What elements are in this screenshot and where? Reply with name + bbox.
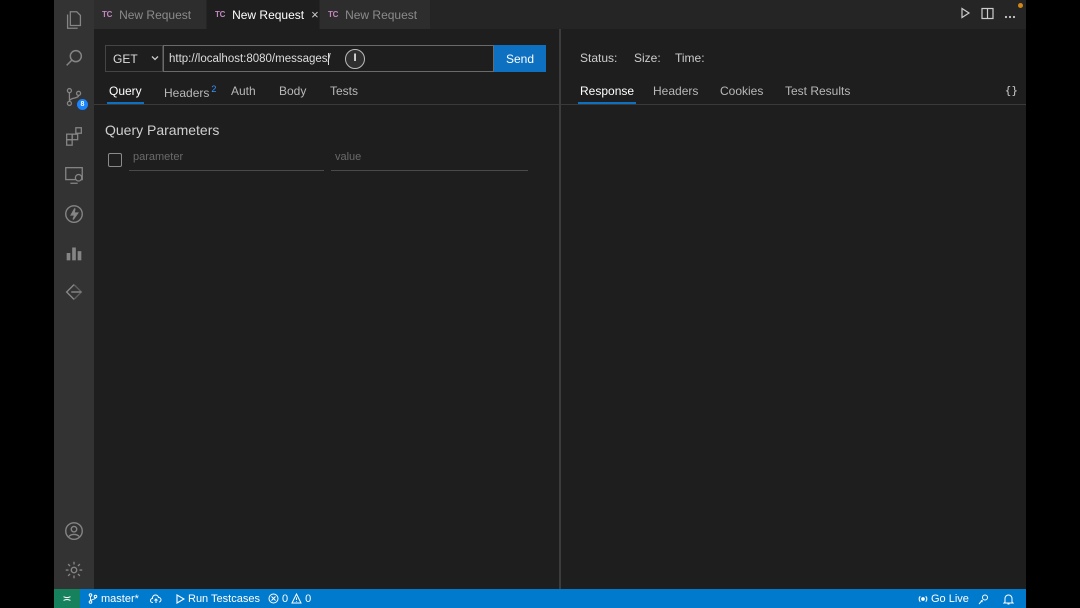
- broadcast-icon: [918, 595, 928, 602]
- param-enabled-checkbox[interactable]: [108, 153, 122, 167]
- go-live-button[interactable]: Go Live: [918, 589, 969, 608]
- parameter-input[interactable]: parameter: [129, 151, 324, 171]
- remote-icon: ≍: [62, 593, 72, 605]
- tab-label: New Request: [345, 7, 418, 22]
- value-input[interactable]: value: [331, 151, 528, 171]
- problems-indicator[interactable]: 0 0: [268, 589, 311, 608]
- tab-tests[interactable]: Tests: [330, 84, 358, 98]
- chevron-down-icon: [151, 53, 159, 63]
- tab-test-results[interactable]: Test Results: [785, 84, 850, 98]
- extensions-icon[interactable]: [62, 124, 86, 148]
- size-label: Size:: [634, 51, 661, 65]
- vscode-window: 8 TC New Request TC New Request × TC New…: [54, 0, 1026, 608]
- feedback-icon: [978, 594, 988, 604]
- editor-actions: [959, 0, 1026, 29]
- warning-icon: [291, 593, 302, 604]
- search-icon[interactable]: [62, 46, 86, 70]
- split-editor-icon[interactable]: [981, 7, 994, 23]
- request-pane: GET http://localhost:8080/messages/ I Se…: [94, 29, 559, 589]
- response-tabs: Response Headers Cookies Test Results {}: [561, 81, 1026, 105]
- tab-new-request-1[interactable]: TC New Request: [94, 0, 206, 29]
- remote-indicator[interactable]: ≍: [54, 589, 80, 608]
- mouse-cursor-icon: I: [345, 49, 365, 69]
- branch-name: master*: [101, 592, 139, 605]
- thunder-client-tab-icon: TC: [215, 10, 226, 19]
- braces-icon[interactable]: {}: [1005, 84, 1018, 97]
- thunder-client-tab-icon: TC: [102, 10, 113, 19]
- notifications-button[interactable]: [1003, 589, 1014, 608]
- warning-count: 0: [305, 592, 312, 605]
- activity-bar: 8: [54, 0, 94, 589]
- tab-cookies[interactable]: Cookies: [720, 84, 763, 98]
- tab-query[interactable]: Query: [107, 84, 144, 104]
- tab-headers[interactable]: Headers 2: [164, 84, 216, 100]
- error-count: 0: [282, 592, 289, 605]
- source-control-badge: 8: [77, 99, 88, 110]
- tab-response[interactable]: Response: [577, 84, 637, 104]
- close-icon[interactable]: ×: [311, 7, 319, 22]
- send-button[interactable]: Send: [494, 45, 546, 72]
- tab-headers-label: Headers: [164, 86, 210, 100]
- tab-query-label: Query: [109, 84, 142, 98]
- git-branch-icon: [88, 593, 98, 604]
- time-label: Time:: [675, 51, 705, 65]
- files-icon[interactable]: [62, 8, 86, 32]
- request-tabs: Query Headers 2 Auth Body Tests: [94, 81, 559, 105]
- run-testcases-button[interactable]: Run Testcases: [175, 589, 260, 608]
- more-actions-icon[interactable]: [1004, 7, 1016, 22]
- source-control-icon[interactable]: 8: [62, 85, 88, 110]
- run-testcases-label: Run Testcases: [188, 592, 260, 605]
- status-label: Status:: [580, 51, 618, 65]
- tab-new-request-2[interactable]: TC New Request ×: [207, 0, 319, 29]
- bell-icon: [1003, 594, 1014, 604]
- charts-icon[interactable]: [62, 241, 86, 265]
- branch-indicator[interactable]: master*: [88, 589, 139, 608]
- thunder-client-tab-icon: TC: [328, 10, 339, 19]
- tab-response-headers[interactable]: Headers: [653, 84, 698, 98]
- remote-explorer-icon[interactable]: [62, 163, 86, 187]
- url-input[interactable]: http://localhost:8080/messages/ I: [163, 45, 494, 72]
- query-parameters-title: Query Parameters: [105, 122, 220, 138]
- tab-auth[interactable]: Auth: [231, 84, 256, 98]
- go-live-label: Go Live: [931, 592, 969, 605]
- url-value: http://localhost:8080/messages/: [169, 52, 331, 65]
- status-bar: ≍ master* Run Testcases 0 0 Go Live: [54, 589, 1026, 608]
- unsaved-dot-icon: [1018, 3, 1023, 8]
- method-select[interactable]: GET: [105, 45, 163, 72]
- play-icon: [176, 593, 185, 604]
- cloud-upload-icon: [150, 593, 162, 603]
- live-share-icon[interactable]: [62, 280, 86, 304]
- feedback-button[interactable]: [978, 589, 990, 608]
- tab-body[interactable]: Body: [279, 84, 306, 98]
- method-value: GET: [113, 51, 138, 66]
- error-icon: [268, 593, 279, 604]
- tab-label: New Request: [232, 7, 305, 22]
- settings-gear-icon[interactable]: [62, 558, 86, 582]
- run-icon[interactable]: [959, 7, 971, 22]
- tab-new-request-3[interactable]: TC New Request: [320, 0, 430, 29]
- tab-body-label: Body: [279, 84, 307, 98]
- response-pane: Status: Size: Time: Response Headers Coo…: [561, 29, 1026, 589]
- headers-count-badge: 2: [211, 84, 217, 94]
- tab-auth-label: Auth: [231, 84, 256, 98]
- editor-tab-strip: TC New Request TC New Request × TC New R…: [94, 0, 1026, 29]
- thunder-client-icon[interactable]: [62, 202, 86, 226]
- tab-tests-label: Tests: [330, 84, 359, 98]
- text-caret: [327, 52, 329, 65]
- account-icon[interactable]: [62, 519, 86, 543]
- sync-indicator[interactable]: [150, 589, 162, 608]
- tab-label: New Request: [119, 7, 192, 22]
